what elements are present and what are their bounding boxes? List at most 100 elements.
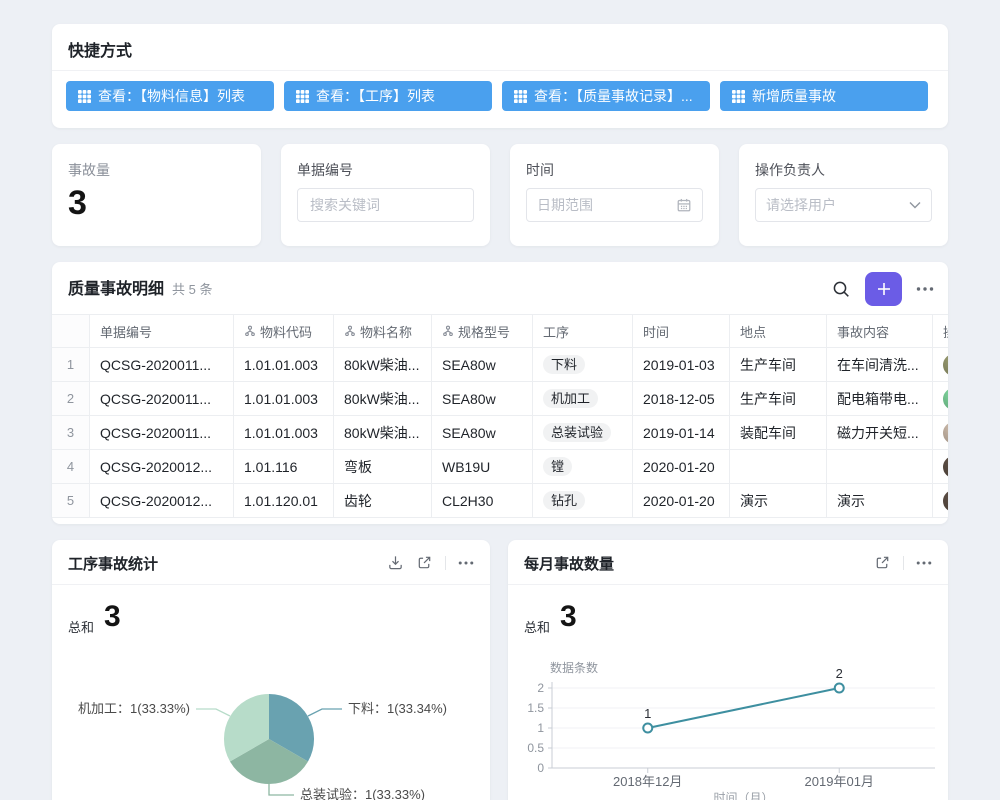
divider xyxy=(52,584,490,585)
cell-place[interactable]: 演示 xyxy=(730,484,827,517)
user-select-placeholder: 请选择用户 xyxy=(766,195,836,215)
cell-process[interactable]: 总装试验 xyxy=(533,416,633,449)
cell-content[interactable] xyxy=(827,450,933,483)
table-row[interactable]: 2QCSG-2020011...1.01.01.00380kW柴油...SEA8… xyxy=(52,382,948,416)
cell-material_name[interactable]: 齿轮 xyxy=(334,484,432,517)
cell-time[interactable]: 2019-01-03 xyxy=(633,348,730,381)
cell-spec[interactable]: SEA80w xyxy=(432,416,533,449)
pie-card-actions xyxy=(387,554,474,571)
table-row[interactable]: 5QCSG-2020012...1.01.120.01齿轮CL2H30钻孔202… xyxy=(52,484,948,518)
external-link-icon xyxy=(874,554,891,571)
cell-time[interactable]: 2018-12-05 xyxy=(633,382,730,415)
cell-process[interactable]: 镗 xyxy=(533,450,633,483)
date-range-field[interactable]: 日期范围 xyxy=(526,188,703,222)
cell-material_code[interactable]: 1.01.01.003 xyxy=(234,348,334,381)
stat-value: 3 xyxy=(68,184,87,223)
column-header[interactable]: 操作负责人 xyxy=(933,315,948,347)
stat-card-incident-count: 事故量 3 xyxy=(52,144,261,246)
cell-process[interactable]: 下料 xyxy=(533,348,633,381)
column-header[interactable]: 工序 xyxy=(533,315,633,347)
avatar xyxy=(943,456,948,478)
cell-material_name[interactable]: 80kW柴油... xyxy=(334,348,432,381)
cell-operator xyxy=(933,382,948,415)
incident-table: 单据编号物料代码物料名称规格型号工序时间地点事故内容操作负责人1QCSG-202… xyxy=(52,314,948,518)
search-button[interactable] xyxy=(832,280,851,299)
column-header[interactable]: 时间 xyxy=(633,315,730,347)
cell-spec[interactable]: SEA80w xyxy=(432,382,533,415)
row-number: 1 xyxy=(52,348,90,381)
column-header[interactable]: 规格型号 xyxy=(432,315,533,347)
external-link-icon xyxy=(416,554,433,571)
cell-spec[interactable]: CL2H30 xyxy=(432,484,533,517)
cell-place[interactable]: 生产车间 xyxy=(730,348,827,381)
cell-content[interactable]: 配电箱带电... xyxy=(827,382,933,415)
cell-doc_no[interactable]: QCSG-2020011... xyxy=(90,416,234,449)
cell-place[interactable]: 装配车间 xyxy=(730,416,827,449)
row-number: 2 xyxy=(52,382,90,415)
cell-doc_no[interactable]: QCSG-2020012... xyxy=(90,484,234,517)
cell-doc_no[interactable]: QCSG-2020011... xyxy=(90,382,234,415)
line-card-actions xyxy=(874,554,932,571)
shortcut-button-new-incident[interactable]: 新增质量事故 xyxy=(720,81,928,111)
cell-time[interactable]: 2020-01-20 xyxy=(633,450,730,483)
column-header[interactable]: 物料名称 xyxy=(334,315,432,347)
x-axis-title: 时间（月） xyxy=(713,791,773,800)
doc-number-search-field[interactable] xyxy=(297,188,474,222)
cell-process[interactable]: 机加工 xyxy=(533,382,633,415)
more-menu-button[interactable] xyxy=(916,286,934,292)
record-count: 共 5 条 xyxy=(172,282,212,297)
cell-time[interactable]: 2020-01-20 xyxy=(633,484,730,517)
column-header[interactable]: 物料代码 xyxy=(234,315,334,347)
cell-doc_no[interactable]: QCSG-2020011... xyxy=(90,348,234,381)
column-header[interactable]: 事故内容 xyxy=(827,315,933,347)
cell-material_code[interactable]: 1.01.116 xyxy=(234,450,334,483)
column-header[interactable]: 单据编号 xyxy=(90,315,234,347)
cell-content[interactable]: 在车间清洗... xyxy=(827,348,933,381)
dashboard-page: 快捷方式 查看：【物料信息】列表 查看：【工序】列表 查看：【质量事故记录】..… xyxy=(0,0,1000,800)
pie-slice-label: 总装试验：1(33.33%) xyxy=(300,787,425,800)
more-menu-button[interactable] xyxy=(458,560,474,566)
cell-place[interactable] xyxy=(730,450,827,483)
y-tick-label: 2 xyxy=(537,681,544,695)
cell-material_code[interactable]: 1.01.01.003 xyxy=(234,382,334,415)
relation-icon xyxy=(442,325,454,337)
pie-label-line xyxy=(308,709,342,716)
add-record-button[interactable] xyxy=(865,272,902,306)
more-menu-button[interactable] xyxy=(916,560,932,566)
column-header-label: 操作负责人 xyxy=(943,322,948,341)
user-select-field[interactable]: 请选择用户 xyxy=(755,188,932,222)
divider xyxy=(445,556,446,570)
table-row[interactable]: 4QCSG-2020012...1.01.116弯板WB19U镗2020-01-… xyxy=(52,450,948,484)
column-header[interactable] xyxy=(52,315,90,347)
shortcut-button-incident-records[interactable]: 查看：【质量事故记录】... xyxy=(502,81,710,111)
table-row[interactable]: 1QCSG-2020011...1.01.01.00380kW柴油...SEA8… xyxy=(52,348,948,382)
open-external-button[interactable] xyxy=(874,554,891,571)
shortcut-button-label: 新增质量事故 xyxy=(752,86,836,106)
column-header-label: 工序 xyxy=(543,322,569,341)
cell-process[interactable]: 钻孔 xyxy=(533,484,633,517)
download-button[interactable] xyxy=(387,554,404,571)
y-tick-label: 1.5 xyxy=(527,701,544,715)
cell-spec[interactable]: WB19U xyxy=(432,450,533,483)
shortcut-button-material-list[interactable]: 查看：【物料信息】列表 xyxy=(66,81,274,111)
cell-material_name[interactable]: 80kW柴油... xyxy=(334,416,432,449)
cell-place[interactable]: 生产车间 xyxy=(730,382,827,415)
open-external-button[interactable] xyxy=(416,554,433,571)
cell-material_code[interactable]: 1.01.120.01 xyxy=(234,484,334,517)
cell-material_name[interactable]: 80kW柴油... xyxy=(334,382,432,415)
date-range-placeholder: 日期范围 xyxy=(537,195,593,215)
cell-content[interactable]: 磁力开关短... xyxy=(827,416,933,449)
grid-icon xyxy=(514,90,527,103)
data-point[interactable] xyxy=(835,684,844,693)
cell-time[interactable]: 2019-01-14 xyxy=(633,416,730,449)
cell-content[interactable]: 演示 xyxy=(827,484,933,517)
cell-spec[interactable]: SEA80w xyxy=(432,348,533,381)
cell-material_code[interactable]: 1.01.01.003 xyxy=(234,416,334,449)
shortcut-button-process-list[interactable]: 查看：【工序】列表 xyxy=(284,81,492,111)
column-header[interactable]: 地点 xyxy=(730,315,827,347)
table-row[interactable]: 3QCSG-2020011...1.01.01.00380kW柴油...SEA8… xyxy=(52,416,948,450)
data-point[interactable] xyxy=(643,724,652,733)
search-input[interactable] xyxy=(308,196,463,214)
cell-material_name[interactable]: 弯板 xyxy=(334,450,432,483)
cell-doc_no[interactable]: QCSG-2020012... xyxy=(90,450,234,483)
